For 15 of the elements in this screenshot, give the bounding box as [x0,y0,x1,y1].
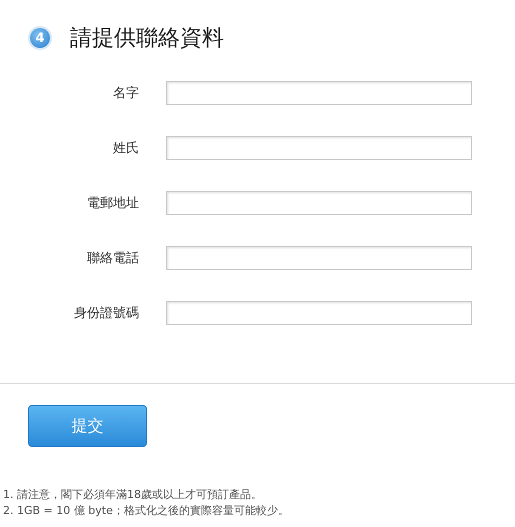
input-field[interactable] [166,81,472,105]
input-field[interactable] [166,301,472,325]
step-number-badge: 4 [30,28,50,48]
field-label: 名字 [112,85,139,102]
section-title: 請提供聯絡資料 [70,25,224,53]
field-label: 電郵地址 [86,195,139,212]
input-field[interactable] [166,191,472,215]
input-field[interactable] [166,246,472,270]
footnote: 2. 1GB = 10 億 byte；格式化之後的實際容量可能較少。 [3,503,289,519]
submit-button[interactable]: 提交 [28,405,147,447]
footnote: 1. 請注意，閣下必須年滿18歲或以上才可預訂產品。 [3,487,263,503]
field-label: 姓氏 [112,140,139,157]
input-field[interactable] [166,136,472,160]
field-label: 身份證號碼 [73,305,139,322]
field-label: 聯絡電話 [86,250,139,267]
